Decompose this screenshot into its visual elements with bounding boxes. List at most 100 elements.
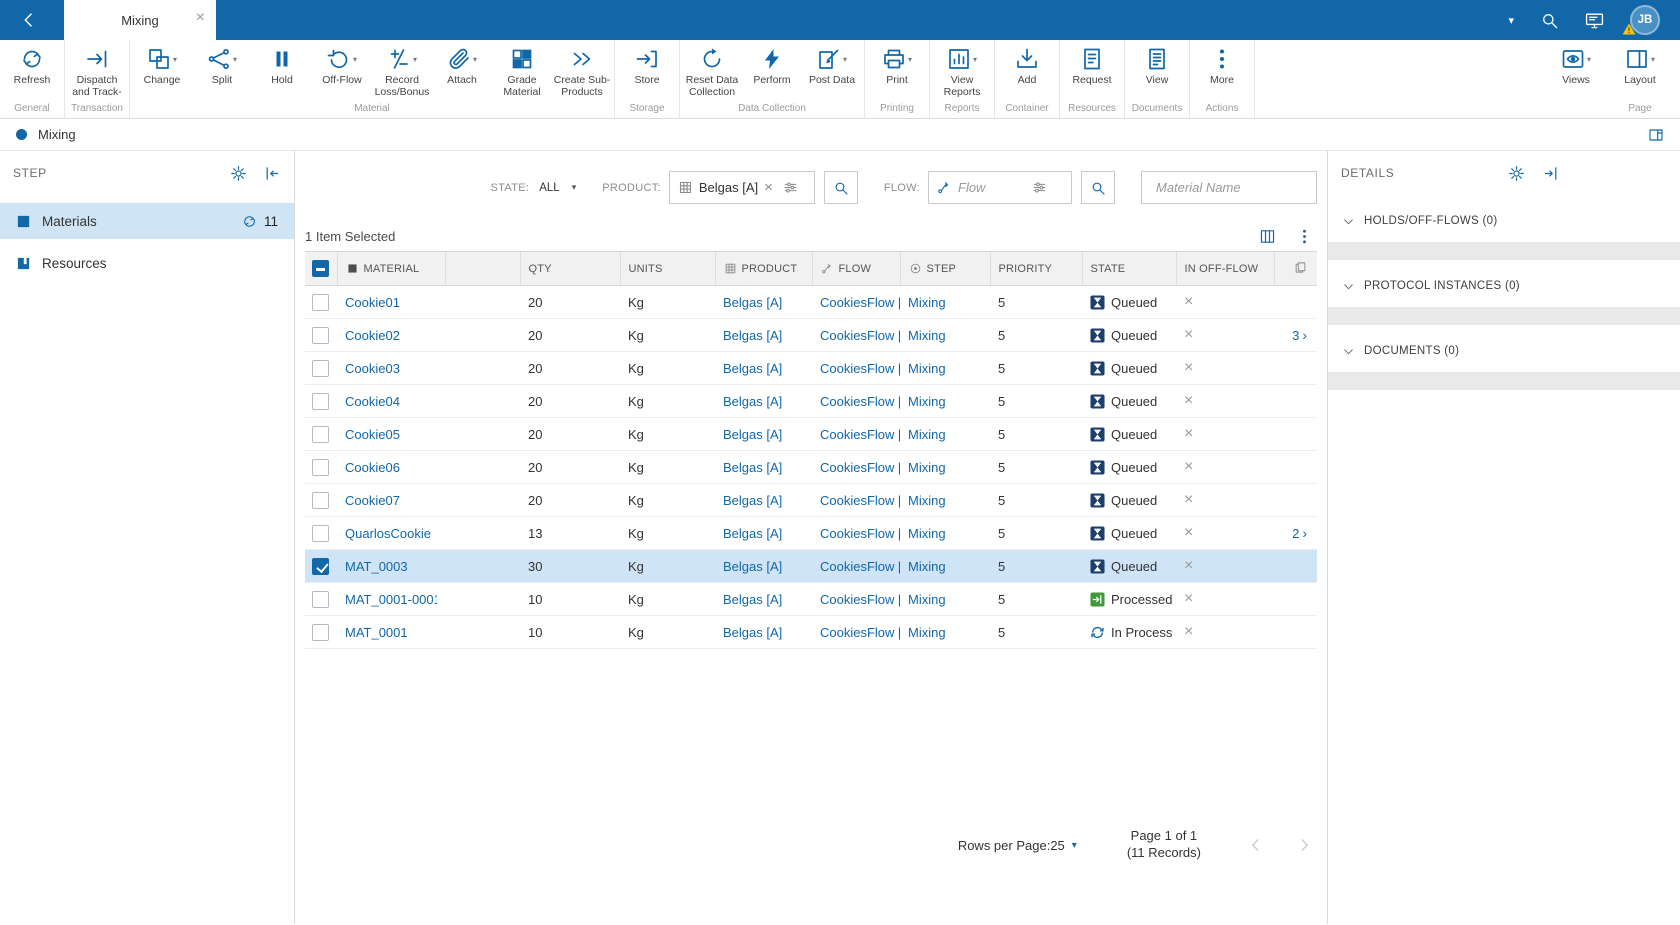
reset-data-collection-button[interactable]: Reset Data Collection	[682, 43, 742, 101]
more-button[interactable]: More	[1192, 43, 1252, 101]
monitor-icon[interactable]	[1585, 11, 1604, 30]
table-row[interactable]: Cookie04 20Kg Belgas [A] CookiesFlow [A Mixi…	[305, 384, 1317, 418]
flow-link[interactable]: CookiesFlow [A	[820, 361, 900, 376]
col-header-copy[interactable]	[1273, 251, 1317, 286]
col-header-qty[interactable]: QTY	[519, 251, 620, 286]
remove-off-flow-icon[interactable]: ×	[1184, 590, 1193, 607]
product-link[interactable]: Belgas [A]	[723, 526, 782, 541]
flow-search-button[interactable]	[1081, 171, 1115, 204]
view-button[interactable]: View	[1127, 43, 1187, 101]
remove-off-flow-icon[interactable]: ×	[1184, 359, 1193, 376]
material-link[interactable]: MAT_0003	[345, 559, 408, 574]
row-checkbox[interactable]	[312, 557, 329, 575]
view-reports-button[interactable]: ▾ View Reports	[932, 43, 992, 101]
material-link[interactable]: Cookie02	[345, 328, 400, 343]
material-link[interactable]: Cookie04	[345, 394, 400, 409]
material-name-search[interactable]	[1141, 171, 1332, 204]
material-link[interactable]: MAT_0001	[345, 625, 408, 640]
col-header-flow[interactable]: FLOW	[811, 251, 900, 286]
product-link[interactable]: Belgas [A]	[723, 460, 782, 475]
step-link[interactable]: Mixing	[908, 361, 946, 376]
table-row[interactable]: Cookie07 20Kg Belgas [A] CookiesFlow [A Mixi…	[305, 483, 1317, 517]
section-header[interactable]: PROTOCOL INSTANCES (0)	[1328, 270, 1680, 302]
refresh-button[interactable]: Refresh	[2, 43, 62, 101]
row-checkbox[interactable]	[312, 425, 329, 443]
product-link[interactable]: Belgas [A]	[723, 427, 782, 442]
col-header-step[interactable]: STEP	[899, 251, 990, 286]
row-checkbox[interactable]	[312, 359, 329, 377]
print-button[interactable]: ▾ Print	[867, 43, 927, 101]
rows-per-page[interactable]: Rows per Page: 25 ▾	[958, 838, 1077, 853]
step-link[interactable]: Mixing	[908, 559, 946, 574]
step-link[interactable]: Mixing	[908, 460, 946, 475]
table-row[interactable]: Cookie05 20Kg Belgas [A] CookiesFlow [A Mixi…	[305, 417, 1317, 451]
remove-off-flow-icon[interactable]: ×	[1184, 623, 1193, 640]
table-row[interactable]: Cookie06 20Kg Belgas [A] CookiesFlow [A Mixi…	[305, 450, 1317, 484]
flow-link[interactable]: CookiesFlow [A	[820, 427, 900, 442]
hold-button[interactable]: Hold	[252, 43, 312, 101]
product-link[interactable]: Belgas [A]	[723, 559, 782, 574]
search-icon[interactable]	[1540, 11, 1559, 30]
table-row[interactable]: MAT_0001 10Kg Belgas [A] CookiesFlow [A Mixi…	[305, 615, 1317, 649]
remove-off-flow-icon[interactable]: ×	[1184, 425, 1193, 442]
remove-off-flow-icon[interactable]: ×	[1184, 326, 1193, 343]
table-row[interactable]: MAT_0001-0001 10Kg Belgas [A] CookiesFlow […	[305, 582, 1317, 616]
flow-link[interactable]: CookiesFlow [A	[820, 493, 900, 508]
select-all-checkbox[interactable]	[312, 260, 329, 277]
sync-icon[interactable]	[242, 214, 257, 229]
post-data-button[interactable]: ▾ Post Data	[802, 43, 862, 101]
close-icon[interactable]: ×	[196, 10, 205, 26]
col-header-state[interactable]: STATE	[1081, 251, 1176, 286]
columns-icon[interactable]	[1259, 228, 1276, 245]
flow-link[interactable]: CookiesFlow [A	[820, 592, 900, 607]
row-checkbox[interactable]	[312, 524, 329, 542]
flow-link[interactable]: CookiesFlow [A	[820, 295, 900, 310]
request-button[interactable]: Request	[1062, 43, 1122, 101]
prev-page-icon[interactable]	[1247, 836, 1265, 854]
expand-panel-icon[interactable]	[1542, 165, 1559, 182]
step-link[interactable]: Mixing	[908, 295, 946, 310]
table-row[interactable]: QuarlosCookie 13Kg Belgas [A] CookiesFlow […	[305, 516, 1317, 550]
change-button[interactable]: ▾ Change	[132, 43, 192, 101]
table-row[interactable]: Cookie01 20Kg Belgas [A] CookiesFlow [A Mixi…	[305, 285, 1317, 319]
col-header-product[interactable]: PRODUCT	[714, 251, 812, 286]
row-checkbox[interactable]	[312, 326, 329, 344]
flow-link[interactable]: CookiesFlow [A	[820, 559, 900, 574]
table-row[interactable]: Cookie02 20Kg Belgas [A] CookiesFlow [A Mixi…	[305, 318, 1317, 352]
remove-off-flow-icon[interactable]: ×	[1184, 458, 1193, 475]
avatar[interactable]: JB	[1622, 5, 1660, 35]
product-filter-input[interactable]: Belgas [A] ×	[668, 171, 815, 204]
gear-icon[interactable]	[1508, 165, 1525, 182]
table-row[interactable]: Cookie03 20Kg Belgas [A] CookiesFlow [A Mixi…	[305, 351, 1317, 385]
collapse-panel-icon[interactable]	[264, 165, 281, 182]
gear-icon[interactable]	[230, 165, 247, 182]
remove-off-flow-icon[interactable]: ×	[1184, 491, 1193, 508]
material-name-input[interactable]	[1156, 180, 1332, 195]
flow-filter-input[interactable]	[928, 171, 1072, 204]
section-header[interactable]: DOCUMENTS (0)	[1328, 335, 1680, 367]
material-link[interactable]: Cookie06	[345, 460, 400, 475]
chevron-down-icon[interactable]: ▾	[1508, 14, 1514, 27]
product-link[interactable]: Belgas [A]	[723, 328, 782, 343]
remove-off-flow-icon[interactable]: ×	[1184, 524, 1193, 541]
col-header-in-off-flow[interactable]: IN OFF-FLOW	[1175, 251, 1274, 286]
table-row[interactable]: MAT_0003 30Kg Belgas [A] CookiesFlow [A Mixi…	[305, 549, 1317, 583]
sidebar-item-resources[interactable]: Resources	[0, 245, 294, 281]
row-checkbox[interactable]	[312, 590, 329, 608]
state-filter-value[interactable]: ALL	[539, 182, 559, 194]
material-link[interactable]: QuarlosCookie	[345, 526, 431, 541]
row-checkbox[interactable]	[312, 623, 329, 641]
row-checkbox[interactable]	[312, 392, 329, 410]
grade-material-button[interactable]: Grade Material	[492, 43, 552, 101]
remove-off-flow-icon[interactable]: ×	[1184, 392, 1193, 409]
flow-link[interactable]: CookiesFlow [A	[820, 460, 900, 475]
tab-mixing[interactable]: Mixing ×	[64, 0, 216, 40]
material-link[interactable]: MAT_0001-0001	[345, 592, 437, 607]
product-link[interactable]: Belgas [A]	[723, 592, 782, 607]
step-link[interactable]: Mixing	[908, 493, 946, 508]
row-checkbox[interactable]	[312, 293, 329, 311]
material-link[interactable]: Cookie05	[345, 427, 400, 442]
layout-button[interactable]: ▾ Layout	[1610, 43, 1670, 101]
off-flow-count-link[interactable]: 3 ›	[1292, 327, 1307, 343]
product-link[interactable]: Belgas [A]	[723, 361, 782, 376]
